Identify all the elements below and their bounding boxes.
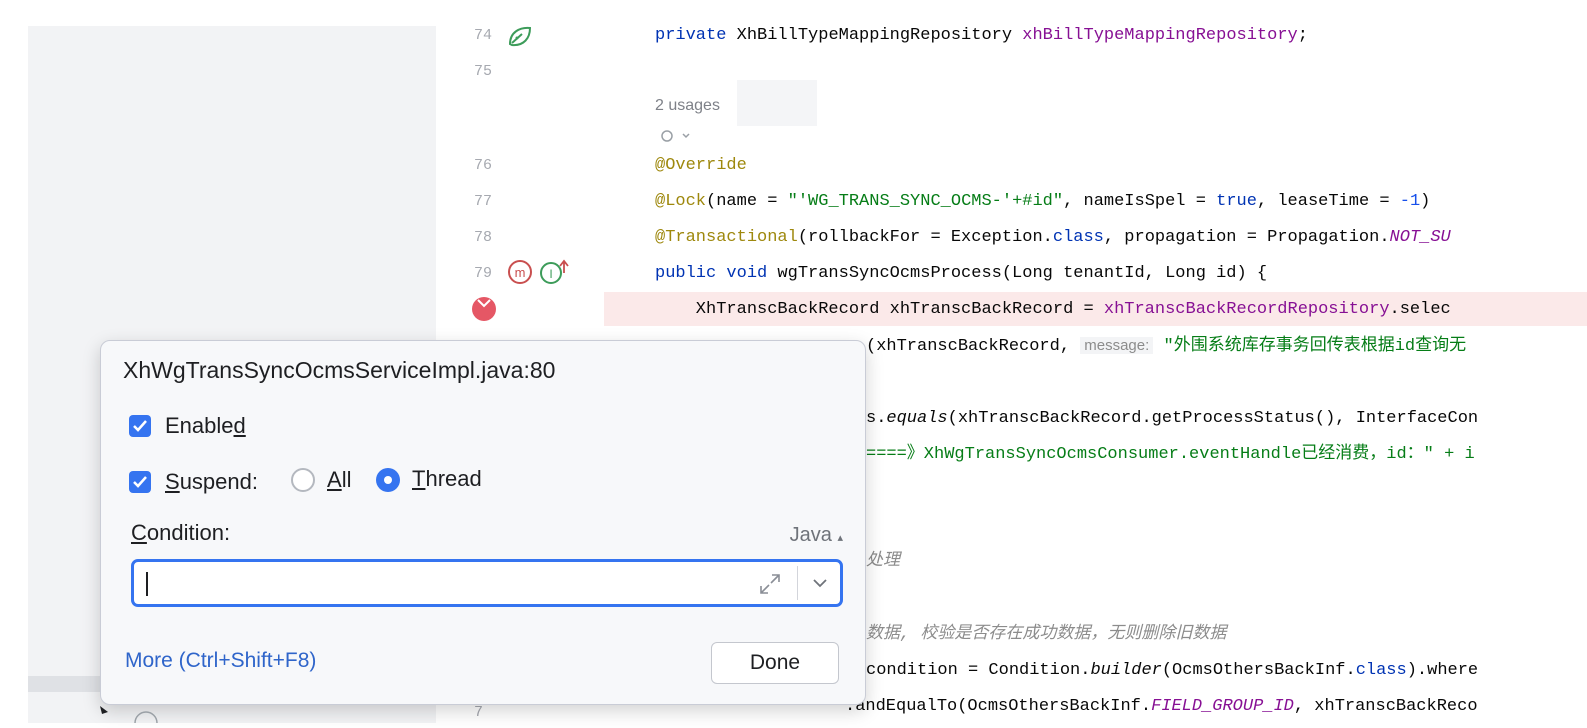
line-number: 77 [474,193,493,210]
code-line: private XhBillTypeMappingRepository xhBi… [655,26,1308,45]
suspend-thread-radio[interactable] [376,468,400,492]
chevron-down-icon[interactable] [812,576,828,594]
code-comment: 处理 [866,552,900,571]
suspend-all-radio[interactable] [291,468,315,492]
code-line: s.equals(xhTranscBackRecord.getProcessSt… [866,409,1479,428]
line-number: 75 [474,63,493,80]
more-link[interactable]: More (Ctrl+Shift+F8) [125,649,316,673]
line-number: 76 [474,157,493,174]
svg-text:I: I [549,267,552,281]
inlay-actions-icon[interactable] [658,128,694,149]
code-line: public void wgTransSyncOcmsProcess(Long … [655,264,1268,283]
input-separator [797,566,798,600]
line-number: 78 [474,229,493,246]
breakpoint-properties-popup: XhWgTransSyncOcmsServiceImpl.java:80 Ena… [100,340,866,705]
popup-title: XhWgTransSyncOcmsServiceImpl.java:80 [123,357,556,383]
code-line: @Override [655,156,747,175]
code-line: (xhTranscBackRecord, message: "外围系统库存事务回… [866,337,1467,356]
suspend-thread-label[interactable]: Thread [412,466,482,492]
condition-input[interactable] [131,559,843,607]
spring-bean-icon[interactable] [506,24,534,55]
code-line: @Lock(name = "'WG_TRANS_SYNC_OCMS-'+#id"… [655,192,1431,211]
implements-method-icon[interactable]: I [539,259,569,290]
suspend-all-label[interactable]: All [327,467,351,493]
language-selector[interactable]: Java ▴ [790,524,843,547]
enabled-label[interactable]: Enabled [165,413,246,439]
suspend-label[interactable]: Suspend: [165,469,258,495]
line-number: 79 [474,265,493,282]
code-line: @Transactional(rollbackFor = Exception.c… [655,228,1451,247]
usages-blur [737,80,817,126]
breakpoint-icon[interactable] [471,296,497,322]
method-override-icon[interactable]: m [507,259,533,290]
line-number: 74 [474,27,493,44]
enabled-checkbox[interactable] [129,415,151,437]
bottom-toolbar-fragment [28,698,436,728]
svg-text:m: m [515,265,526,280]
code-line: ====》XhWgTransSyncOcmsConsumer.eventHand… [866,445,1475,464]
code-line: condition = Condition.builder(OcmsOthers… [866,661,1479,680]
suspend-checkbox[interactable] [129,471,151,493]
code-line: XhTranscBackRecord xhTranscBackRecord = … [655,300,1451,319]
done-button[interactable]: Done [711,642,839,684]
sidebar-scrollbar[interactable] [28,676,108,692]
expand-icon[interactable] [758,572,782,601]
code-comment: 数据, 校验是否存在成功数据，无则删除旧数据 [866,625,1227,644]
usages-hint[interactable]: 2 usages [655,97,720,115]
condition-label: Condition: [131,520,231,545]
line-number: 7 [474,704,484,721]
code-line: .andEqualTo(OcmsOthersBackInf.FIELD_GROU… [845,697,1478,716]
text-caret [146,572,148,596]
